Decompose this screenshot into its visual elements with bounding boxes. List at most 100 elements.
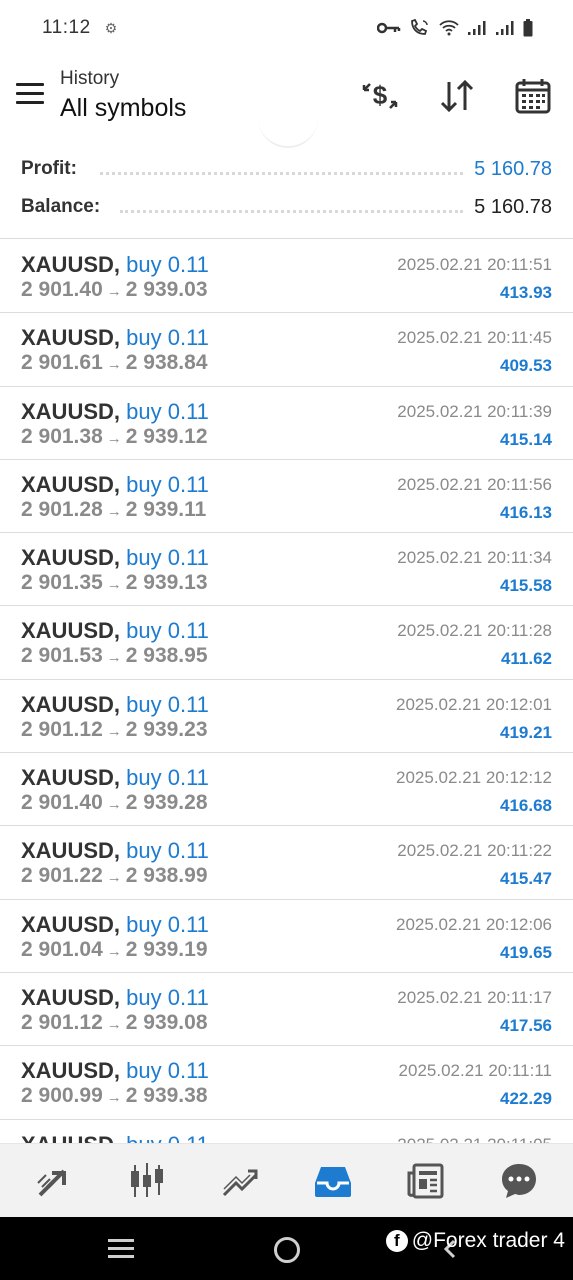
trade-row[interactable]: XAUUSD, buy 0.11 2 901.12 → 2 939.08 2025.… <box>0 973 573 1047</box>
close-price: 2 938.99 <box>125 864 208 888</box>
page-title[interactable]: All symbols <box>60 94 186 123</box>
arrow-right-icon: → <box>106 502 122 520</box>
trade-prices: 2 901.28 → 2 939.11 <box>21 498 206 522</box>
refresh-indicator <box>258 118 318 148</box>
trade-time: 2025.02.21 20:12:01 <box>396 694 552 714</box>
open-price: 2 901.40 <box>21 791 103 815</box>
trade-list[interactable]: XAUUSD, buy 0.11 2 901.40 → 2 939.03 2025.… <box>0 240 573 1143</box>
trade-type: buy 0.11 <box>126 838 209 864</box>
trade-time: 2025.02.21 20:11:17 <box>397 987 552 1007</box>
trade-symbol: XAUUSD, <box>21 1132 120 1143</box>
profit-label: Profit: <box>21 158 85 180</box>
trade-row[interactable]: XAUUSD, buy 0.11 2 901.53 → 2 938.95 2025.… <box>0 606 573 680</box>
trade-prices: 2 901.22 → 2 938.99 <box>21 864 208 888</box>
trade-symbol-line: XAUUSD, buy 0.11 <box>21 765 209 791</box>
sort-icon[interactable] <box>437 76 477 116</box>
trade-prices: 2 901.61 → 2 938.84 <box>21 351 208 375</box>
home-icon[interactable] <box>274 1237 300 1263</box>
trade-type: buy 0.11 <box>126 911 209 937</box>
trade-time: 2025.02.21 20:11:34 <box>397 548 552 568</box>
news-icon[interactable] <box>396 1151 456 1211</box>
trade-time: 2025.02.21 20:11:22 <box>397 841 552 861</box>
close-price: 2 939.19 <box>125 937 208 961</box>
balance-label: Balance: <box>21 196 109 218</box>
trade-type: buy 0.11 <box>126 471 209 497</box>
close-price: 2 939.28 <box>125 791 208 815</box>
currency-exchange-icon[interactable]: $ <box>360 76 400 116</box>
arrow-right-icon: → <box>106 1015 122 1033</box>
trade-symbol-line: XAUUSD, buy 0.11 <box>21 545 209 571</box>
open-price: 2 901.40 <box>21 278 103 301</box>
trade-type: buy 0.11 <box>126 545 209 571</box>
calendar-icon[interactable] <box>513 76 553 116</box>
trade-profit: 419.65 <box>500 942 552 962</box>
close-price: 2 939.11 <box>125 497 207 521</box>
arrow-right-icon: → <box>106 869 122 887</box>
quotes-icon[interactable] <box>24 1151 84 1211</box>
arrow-right-icon: → <box>106 649 122 667</box>
close-price: 2 938.95 <box>125 644 208 668</box>
trade-time: 2025.02.21 20:11:56 <box>397 474 552 494</box>
trade-profit: 409.53 <box>500 356 552 376</box>
history-icon[interactable] <box>303 1151 363 1211</box>
trade-row[interactable]: XAUUSD, buy 0.11 2 901.35 → 2 939.13 2025.… <box>0 533 573 607</box>
signal-icon <box>496 21 514 35</box>
watermark-text: @Forex trader 4 <box>411 1229 565 1252</box>
trade-symbol: XAUUSD, <box>21 545 121 571</box>
trade-row[interactable]: XAUUSD, buy 0.11 2 900.99 → 2 939.38 2025.… <box>0 1046 573 1120</box>
battery-icon <box>523 19 533 37</box>
trade-symbol-line: XAUUSD, buy 0.11 <box>21 985 209 1011</box>
trade-profit: 415.14 <box>500 429 552 449</box>
close-price: 2 939.08 <box>125 1010 208 1034</box>
open-price: 2 901.38 <box>21 424 103 448</box>
trade-row[interactable]: XAUUSD, buy 0.11 2 901.40 → 2 939.03 2025.… <box>0 240 573 314</box>
settings-icon: ⚙ <box>104 19 118 36</box>
trade-row[interactable]: XAUUSD, buy 0.11 2 901.22 → 2 938.99 2025.… <box>0 826 573 900</box>
trade-symbol: XAUUSD, <box>21 398 121 424</box>
balance-value: 5 160.78 <box>466 195 552 219</box>
trade-time: 2025.02.21 20:11:45 <box>397 328 552 348</box>
arrow-right-icon: → <box>106 796 122 814</box>
trade-prices: 2 901.40 → 2 939.03 <box>21 278 208 302</box>
trade-type: buy 0.11 <box>126 765 209 791</box>
trade-row[interactable]: XAUUSD, buy 0.11 2 901.12 → 2 939.23 2025.… <box>0 680 573 754</box>
trade-symbol-line: XAUUSD, buy 0.11 <box>21 325 209 351</box>
trade-icon[interactable] <box>210 1151 270 1211</box>
trade-row[interactable]: XAUUSD, buy 0.11 2 901.28 → 2 939.11 2025.… <box>0 460 573 534</box>
trade-profit: 422.29 <box>500 1089 552 1109</box>
trade-row[interactable]: XAUUSD, buy 0.11 2 901.40 → 2 939.28 2025.… <box>0 753 573 827</box>
open-price: 2 901.12 <box>21 717 103 741</box>
trade-symbol: XAUUSD, <box>21 252 121 277</box>
arrow-right-icon: → <box>106 1089 122 1107</box>
trade-time: 2025.02.21 20:11:11 <box>398 1061 552 1081</box>
trade-type: buy 0.11 <box>126 1132 209 1143</box>
trade-row[interactable]: XAUUSD, buy 0.11 → 2025.02.21 20:11:05 <box>0 1120 573 1143</box>
menu-icon[interactable] <box>16 83 44 105</box>
chart-icon[interactable] <box>117 1151 177 1211</box>
arrow-right-icon: → <box>106 283 122 300</box>
trade-prices: 2 901.12 → 2 939.23 <box>21 718 208 742</box>
trade-symbol: XAUUSD, <box>21 618 121 644</box>
trade-row[interactable]: XAUUSD, buy 0.11 2 901.38 → 2 939.12 2025.… <box>0 387 573 460</box>
chat-icon[interactable] <box>489 1151 549 1211</box>
page-subtitle: History <box>60 68 120 89</box>
trade-prices: 2 901.12 → 2 939.08 <box>21 1011 208 1035</box>
recent-apps-icon[interactable] <box>108 1239 136 1259</box>
trade-time: 2025.02.21 20:11:05 <box>397 1135 552 1143</box>
status-time: 11:12 <box>42 17 91 38</box>
trade-symbol: XAUUSD, <box>21 911 121 937</box>
open-price: 2 901.12 <box>21 1010 103 1034</box>
trade-type: buy 0.11 <box>126 1058 209 1084</box>
status-icons <box>377 19 533 37</box>
open-price: 2 901.61 <box>21 351 103 375</box>
trade-profit: 411.62 <box>500 649 552 669</box>
arrow-right-icon: → <box>106 722 122 740</box>
trade-symbol: XAUUSD, <box>21 1058 121 1084</box>
close-price: 2 939.38 <box>125 1084 208 1108</box>
system-nav-bar: f @Forex trader 4 <box>0 1217 573 1280</box>
balance-row: Balance: 5 160.78 <box>0 188 573 226</box>
trade-row[interactable]: XAUUSD, buy 0.11 2 901.61 → 2 938.84 2025.… <box>0 313 573 387</box>
trade-profit: 415.58 <box>500 576 552 596</box>
trade-row[interactable]: XAUUSD, buy 0.11 2 901.04 → 2 939.19 2025.… <box>0 900 573 973</box>
trade-profit: 417.56 <box>500 1015 552 1035</box>
